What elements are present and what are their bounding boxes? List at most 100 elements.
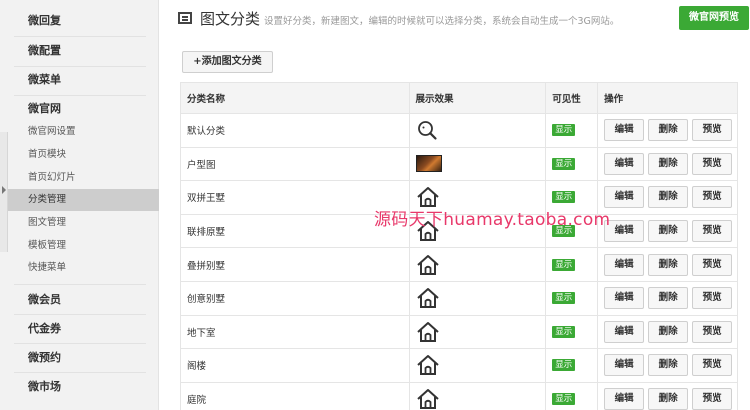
edit-button[interactable]: 编辑 [604,320,645,343]
category-name: 默认分类 [180,113,410,148]
visibility-cell: 显示 [545,146,599,182]
preview-button[interactable]: 预览 [692,119,733,142]
sidebar-subitem-article-manage[interactable]: 图文管理 [28,214,66,232]
watermark-text: 源码天下huamay.taoba.com [374,210,611,230]
sidebar-item-wei-booking[interactable]: 微预约 [28,348,61,368]
table-row: 庭院 显示 编辑 删除 预览 [180,381,738,410]
sidebar-item-wei-market[interactable]: 微市场 [28,377,61,397]
column-header-display: 展示效果 [408,82,547,114]
column-header-actions: 操作 [597,82,738,114]
display-effect-cell [408,381,547,410]
category-name: 阁楼 [180,348,410,383]
actions-cell: 编辑 删除 预览 [597,314,738,350]
sidebar-subitem-site-settings[interactable]: 微官网设置 [28,123,76,141]
home-icon [416,389,439,410]
edit-button[interactable]: 编辑 [604,354,645,377]
edit-button[interactable]: 编辑 [604,152,645,175]
delete-button[interactable]: 删除 [648,253,689,276]
actions-cell: 编辑 删除 预览 [597,213,738,249]
search-icon [417,121,437,140]
display-effect-cell [408,348,547,383]
table-row: 创意别墅 显示 编辑 删除 预览 [180,280,738,316]
sidebar-item-wei-menu[interactable]: 微菜单 [28,70,61,90]
delete-button[interactable]: 删除 [648,186,689,209]
delete-button[interactable]: 删除 [648,152,689,175]
delete-button[interactable]: 删除 [648,320,689,343]
sidebar-subitem-template-manage[interactable]: 模板管理 [28,237,66,255]
visibility-cell: 显示 [545,113,599,148]
table-row: 阁楼 显示 编辑 删除 预览 [180,348,738,383]
visibility-cell: 显示 [545,348,599,383]
preview-button[interactable]: 预览 [692,354,733,377]
visibility-badge: 显示 [552,325,576,338]
sidebar-subitem-home-slides[interactable]: 首页幻灯片 [28,169,76,187]
add-category-button[interactable]: +添加图文分类 [182,51,273,73]
page-title: 图文分类 [200,10,261,28]
divider [14,66,146,67]
sidebar-item-voucher[interactable]: 代金券 [28,319,61,339]
home-icon [416,355,439,376]
delete-button[interactable]: 删除 [648,220,689,243]
sidebar-subitem-category-manage[interactable]: 分类管理 [28,191,66,209]
divider [14,95,146,96]
display-effect-cell [408,113,547,148]
sidebar-item-wei-site[interactable]: 微官网 [28,99,61,119]
preview-button[interactable]: 预览 [692,152,733,175]
preview-button[interactable]: 预览 [692,253,733,276]
site-preview-button[interactable]: 微官网预览 [679,6,749,30]
category-name: 叠拼别墅 [180,247,410,282]
preview-button[interactable]: 预览 [692,287,733,310]
preview-button[interactable]: 预览 [692,388,733,410]
category-name: 户型图 [180,146,410,182]
visibility-cell: 显示 [545,381,599,410]
display-effect-cell [408,280,547,316]
page-description: 设置好分类，新建图文，编辑的时候就可以选择分类，系统会自动生成一个3G网站。 [264,16,620,27]
preview-button[interactable]: 预览 [692,220,733,243]
home-icon [416,288,439,309]
table-header-row: 分类名称 展示效果 可见性 操作 [180,82,738,114]
preview-button[interactable]: 预览 [692,186,733,209]
column-header-name: 分类名称 [180,82,410,114]
expand-arrow-icon[interactable] [2,186,6,194]
display-effect-cell [408,247,547,282]
sidebar-item-wei-member[interactable]: 微会员 [28,290,61,310]
divider [14,314,146,315]
visibility-cell: 显示 [545,280,599,316]
column-header-visibility: 可见性 [545,82,599,114]
visibility-badge: 显示 [552,393,576,406]
delete-button[interactable]: 删除 [648,354,689,377]
delete-button[interactable]: 删除 [648,287,689,310]
actions-cell: 编辑 删除 预览 [597,348,738,383]
home-icon [416,254,439,275]
table-row: 默认分类 显示 编辑 删除 预览 [180,113,738,148]
edit-button[interactable]: 编辑 [604,287,645,310]
visibility-badge: 显示 [552,359,576,372]
category-name: 地下室 [180,314,410,350]
sidebar: 微回复 微配置 微菜单 微官网 微官网设置 首页模块 首页幻灯片 分类管理 图文… [0,0,159,410]
home-icon [416,321,439,342]
table-row: 户型图 显示 编辑 删除 预览 [180,146,738,182]
display-effect-cell [408,314,547,350]
delete-button[interactable]: 删除 [648,388,689,410]
preview-button[interactable]: 预览 [692,320,733,343]
sidebar-subitem-home-modules[interactable]: 首页模块 [28,146,66,164]
visibility-cell: 显示 [545,314,599,350]
actions-cell: 编辑 删除 预览 [597,146,738,182]
table-row: 地下室 显示 编辑 删除 预览 [180,314,738,350]
delete-button[interactable]: 删除 [648,119,689,142]
edit-button[interactable]: 编辑 [604,388,645,410]
table-row: 叠拼别墅 显示 编辑 删除 预览 [180,247,738,282]
sidebar-item-wei-config[interactable]: 微配置 [28,41,61,61]
edit-button[interactable]: 编辑 [604,119,645,142]
category-table: 分类名称 展示效果 可见性 操作 默认分类 显示 编辑 删除 预览 户型图 显示 编… [180,82,738,410]
sidebar-item-wei-reply[interactable]: 微回复 [28,11,61,31]
thumbnail-image [415,155,442,173]
sidebar-subitem-quick-menu[interactable]: 快捷菜单 [28,259,66,277]
actions-cell: 编辑 删除 预览 [597,113,738,148]
display-effect-cell [408,146,547,182]
divider [14,343,146,344]
table-list-icon [178,12,192,24]
divider [14,36,146,37]
actions-cell: 编辑 删除 预览 [597,180,738,215]
edit-button[interactable]: 编辑 [604,253,645,276]
